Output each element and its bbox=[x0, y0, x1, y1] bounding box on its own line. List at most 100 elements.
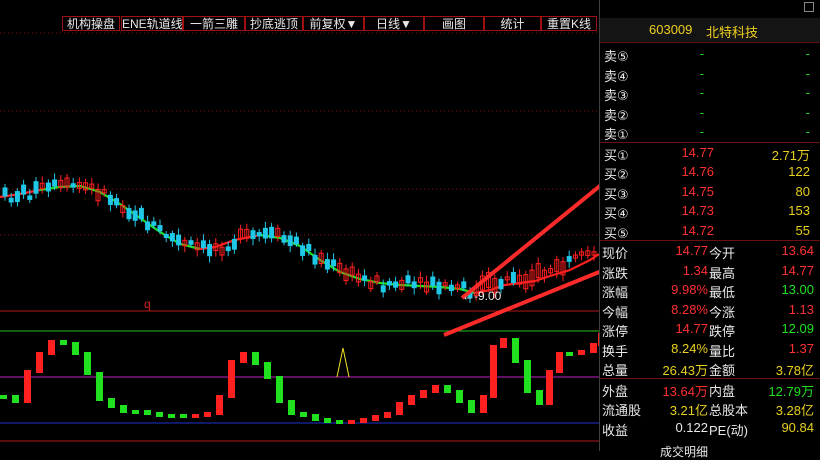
price-annotation: ←-9.00 bbox=[462, 289, 502, 303]
order-volume: 122 bbox=[788, 164, 810, 179]
quote-label: 最低 bbox=[709, 285, 736, 300]
candle-body bbox=[151, 221, 157, 226]
candle-body bbox=[200, 240, 206, 249]
trade-detail-tab[interactable]: 成交明细 bbox=[660, 443, 708, 460]
candle-body bbox=[405, 275, 411, 284]
candle-body bbox=[331, 259, 337, 267]
candle-body bbox=[138, 207, 144, 220]
window-close-icon[interactable] bbox=[804, 2, 814, 12]
quote-value: 12.09 bbox=[781, 321, 814, 336]
sell-order-row[interactable]: 卖③ - - bbox=[600, 84, 820, 103]
kline-chart[interactable] bbox=[0, 0, 599, 451]
candle-body bbox=[45, 182, 51, 192]
osc-bar bbox=[228, 360, 235, 398]
order-volume: 80 bbox=[795, 183, 810, 199]
buy-order-row[interactable]: 买② 14.76 122 bbox=[600, 163, 820, 182]
candle-body bbox=[448, 284, 454, 292]
buy-order-row[interactable]: 买③ 14.75 80 bbox=[600, 183, 820, 202]
order-volume: - bbox=[805, 124, 810, 139]
toolbar-button-7[interactable]: 统计 bbox=[484, 16, 541, 31]
candle-body bbox=[566, 256, 572, 262]
candle-body bbox=[293, 236, 299, 245]
kline-chart-area[interactable]: 机构操盘 ENE轨道线 一箭三雕 抄底逃顶 前复权▼ 日线▼ 画图 统计 重置K线 ←-9.00… bbox=[0, 0, 599, 451]
buy-order-row[interactable]: 买⑤ 14.72 55 bbox=[600, 222, 820, 241]
candle-body bbox=[498, 278, 504, 290]
quote-row[interactable]: 现价 14.77 今开 13.64 bbox=[600, 242, 820, 261]
sell-order-row[interactable]: 卖④ - - bbox=[600, 65, 820, 84]
osc-bar bbox=[512, 338, 519, 363]
ma-line bbox=[39, 184, 201, 251]
sell-order-row[interactable]: 卖② - - bbox=[600, 104, 820, 123]
osc-bar bbox=[536, 390, 543, 405]
quote-value: 90.84 bbox=[781, 419, 814, 435]
order-price: 14.72 bbox=[681, 222, 714, 238]
quote-row[interactable]: 今幅 8.28% 今涨 1.13 bbox=[600, 301, 820, 320]
quote-value: 1.37 bbox=[788, 340, 814, 356]
quote-label: 涨停 bbox=[602, 324, 629, 339]
sell-order-row[interactable]: 卖① - - bbox=[600, 123, 820, 142]
candle-body bbox=[107, 194, 113, 205]
toolbar-button-5[interactable]: 日线▼ bbox=[364, 16, 424, 31]
order-price: 14.73 bbox=[681, 203, 714, 218]
quote-value: 8.24% bbox=[671, 340, 708, 356]
osc-bar bbox=[252, 352, 259, 365]
quote-label: 量比 bbox=[709, 343, 736, 359]
order-label: 卖⑤ bbox=[604, 49, 629, 64]
stock-code: 603009 bbox=[649, 22, 693, 37]
quote-row[interactable]: 涨幅 9.98% 最低 13.00 bbox=[600, 281, 820, 300]
osc-bar bbox=[372, 415, 379, 421]
osc-bar bbox=[180, 414, 187, 418]
osc-bar bbox=[204, 412, 211, 417]
order-label: 买④ bbox=[604, 206, 629, 221]
osc-bar bbox=[72, 342, 79, 355]
order-price: 14.77 bbox=[681, 144, 714, 160]
osc-bar bbox=[468, 400, 475, 413]
quote-row[interactable]: 总量 26.43万 金额 3.78亿 bbox=[600, 359, 820, 378]
toolbar-button-6[interactable]: 画图 bbox=[424, 16, 484, 31]
panel-top-bar bbox=[600, 0, 820, 17]
osc-bar bbox=[276, 376, 283, 403]
ma-line bbox=[259, 233, 441, 289]
order-price: - bbox=[699, 104, 704, 120]
quote-label: 金额 bbox=[709, 363, 736, 378]
osc-bar bbox=[240, 352, 247, 363]
toolbar-button-4[interactable]: 前复权▼ bbox=[303, 16, 364, 31]
candle-body bbox=[114, 198, 120, 206]
candle-body bbox=[231, 238, 237, 250]
order-label: 卖② bbox=[604, 107, 629, 123]
quote-panel: 603009 北特科技 卖⑤ - - 卖④ - - 卖③ - - 卖② - - 卖① - - 买① 14.77 2… bbox=[599, 0, 820, 459]
quote-row[interactable]: 收益 0.122 PE(动) 90.84 bbox=[600, 419, 820, 438]
buy-order-row[interactable]: 买① 14.77 2.71万 bbox=[600, 144, 820, 163]
osc-bar bbox=[480, 395, 487, 413]
stock-name: 北特科技 bbox=[706, 25, 759, 40]
order-price: 14.76 bbox=[681, 164, 714, 179]
order-label: 买① bbox=[604, 147, 629, 163]
osc-bar bbox=[264, 362, 271, 379]
toolbar-button-1[interactable]: ENE轨道线 bbox=[121, 16, 183, 31]
quote-row[interactable]: 换手 8.24% 量比 1.37 bbox=[600, 340, 820, 359]
order-price: - bbox=[699, 46, 704, 61]
candle-body bbox=[262, 227, 268, 239]
quote-value: 1.34 bbox=[682, 262, 708, 278]
osc-bar bbox=[60, 340, 67, 345]
toolbar-button-3[interactable]: 抄底逃顶 bbox=[245, 16, 303, 31]
quote-row[interactable]: 流通股 3.21亿 总股本 3.28亿 bbox=[600, 399, 820, 418]
buy-order-row[interactable]: 买④ 14.73 153 bbox=[600, 202, 820, 221]
toolbar-button-8[interactable]: 重置K线 bbox=[541, 16, 597, 31]
osc-bar bbox=[524, 360, 531, 393]
candle-body bbox=[461, 281, 467, 289]
quote-row[interactable]: 涨停 14.77 跌停 12.09 bbox=[600, 320, 820, 339]
osc-bar bbox=[132, 410, 139, 414]
osc-bar bbox=[192, 414, 199, 418]
quote-row[interactable]: 涨跌 1.34 最高 14.77 bbox=[600, 262, 820, 281]
osc-bar bbox=[456, 390, 463, 403]
quote-row[interactable]: 外盘 13.64万 内盘 12.79万 bbox=[600, 380, 820, 399]
sell-order-row[interactable]: 卖⑤ - - bbox=[600, 45, 820, 64]
toolbar-button-2[interactable]: 一箭三雕 bbox=[183, 16, 245, 31]
quote-value: 3.21亿 bbox=[669, 403, 708, 418]
candle-body bbox=[510, 271, 516, 283]
candle-body bbox=[386, 281, 392, 286]
candle-body bbox=[157, 225, 163, 232]
toolbar-button-0[interactable]: 机构操盘 bbox=[62, 16, 120, 31]
candle-body bbox=[306, 243, 312, 252]
